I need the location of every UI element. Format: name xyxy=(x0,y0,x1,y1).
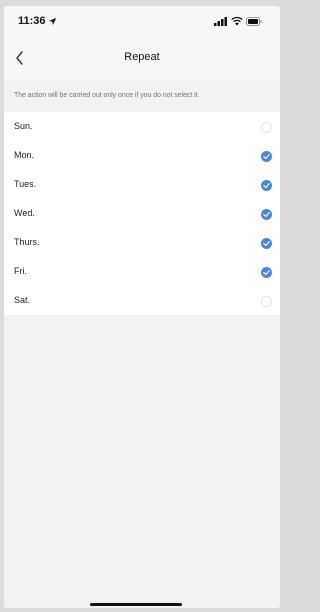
checked-circle-icon[interactable] xyxy=(261,209,272,220)
day-row-mon[interactable]: Mon. xyxy=(4,141,280,170)
navigation-bar: Repeat xyxy=(4,38,280,80)
day-label: Thurs. xyxy=(14,237,40,247)
day-label: Sun. xyxy=(14,121,33,131)
checked-circle-icon[interactable] xyxy=(261,151,272,162)
home-indicator xyxy=(90,603,182,606)
location-arrow-icon xyxy=(48,17,57,26)
day-label: Fri. xyxy=(14,266,27,276)
day-label: Mon. xyxy=(14,150,35,160)
page-title: Repeat xyxy=(124,51,160,63)
day-row-tues[interactable]: Tues. xyxy=(4,170,280,199)
day-row-sun[interactable]: Sun. xyxy=(4,112,280,141)
unchecked-circle-icon[interactable] xyxy=(261,296,272,307)
day-row-sat[interactable]: Sat. xyxy=(4,286,280,315)
cellular-signal-icon xyxy=(214,17,227,26)
checked-circle-icon[interactable] xyxy=(261,267,272,278)
day-row-fri[interactable]: Fri. xyxy=(4,257,280,286)
checked-circle-icon[interactable] xyxy=(261,238,272,249)
phone-screen: 11:36 Repeat The action will be carried … xyxy=(4,6,280,608)
unchecked-circle-icon[interactable] xyxy=(261,122,272,133)
day-label: Tues. xyxy=(14,179,37,189)
day-list: Sun. Mon. Tues. Wed. Thurs. Fri. Sat. xyxy=(4,112,280,315)
day-row-wed[interactable]: Wed. xyxy=(4,199,280,228)
repeat-hint-text: The action will be carried out only once… xyxy=(14,92,200,99)
day-label: Wed. xyxy=(14,208,35,218)
battery-icon xyxy=(246,17,262,26)
day-row-thurs[interactable]: Thurs. xyxy=(4,228,280,257)
status-time: 11:36 xyxy=(18,15,46,27)
checked-circle-icon[interactable] xyxy=(261,180,272,191)
wifi-icon xyxy=(231,16,243,26)
day-label: Sat. xyxy=(14,295,31,305)
status-bar: 11:36 xyxy=(4,6,280,38)
